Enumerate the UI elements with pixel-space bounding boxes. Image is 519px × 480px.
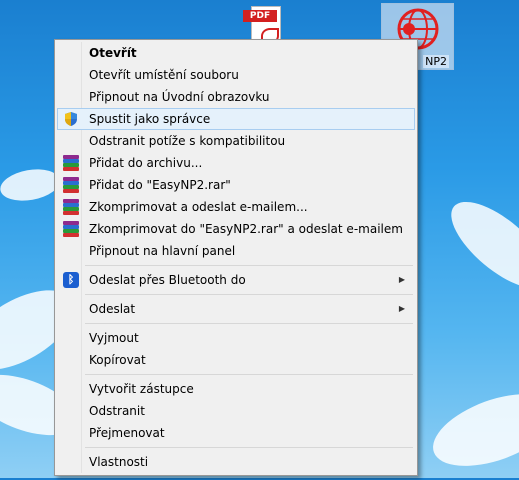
menu-item-label: Odstranit	[89, 404, 145, 418]
menu-item-label: Přidat do "EasyNP2.rar"	[89, 178, 231, 192]
menu-item-label: Odeslat přes Bluetooth do	[89, 273, 246, 287]
submenu-arrow-icon: ▶	[398, 275, 405, 284]
menu-item-label: Vytvořit zástupce	[89, 382, 194, 396]
menu-item-pin-to-taskbar[interactable]: Připnout na hlavní panel	[57, 240, 415, 262]
menu-item-add-to-rar[interactable]: Přidat do "EasyNP2.rar"	[57, 174, 415, 196]
menu-item-label: Otevřít umístění souboru	[89, 68, 239, 82]
menu-separator	[85, 265, 413, 266]
menu-item-compress-to-rar-and-email[interactable]: Zkomprimovat do "EasyNP2.rar" a odeslat …	[57, 218, 415, 240]
menu-item-label: Zkomprimovat do "EasyNP2.rar" a odeslat …	[89, 222, 403, 236]
menu-separator	[85, 294, 413, 295]
menu-separator	[85, 374, 413, 375]
menu-item-label: Přejmenovat	[89, 426, 165, 440]
wallpaper-petal	[0, 165, 63, 205]
wallpaper-petal	[423, 379, 519, 480]
winrar-icon	[63, 221, 79, 237]
menu-separator	[85, 447, 413, 448]
submenu-arrow-icon: ▶	[398, 304, 405, 313]
menu-item-rename[interactable]: Přejmenovat	[57, 422, 415, 444]
wallpaper-petal	[437, 187, 519, 303]
menu-item-label: Zkomprimovat a odeslat e-mailem...	[89, 200, 308, 214]
bluetooth-icon: ᛒ	[63, 272, 79, 288]
menu-item-properties[interactable]: Vlastnosti	[57, 451, 415, 473]
menu-item-send-via-bluetooth[interactable]: ᛒ Odeslat přes Bluetooth do ▶	[57, 269, 415, 291]
winrar-icon	[63, 155, 79, 171]
menu-item-open-file-location[interactable]: Otevřít umístění souboru	[57, 64, 415, 86]
menu-item-open[interactable]: Otevřít	[57, 42, 415, 64]
menu-item-delete[interactable]: Odstranit	[57, 400, 415, 422]
desktop-icon-label: NP2	[423, 55, 449, 68]
menu-item-label: Odeslat	[89, 302, 136, 316]
menu-item-label: Vlastnosti	[89, 455, 149, 469]
winrar-icon	[63, 199, 79, 215]
menu-item-copy[interactable]: Kopírovat	[57, 349, 415, 371]
menu-item-run-as-admin[interactable]: Spustit jako správce	[57, 108, 415, 130]
menu-item-send-to[interactable]: Odeslat ▶	[57, 298, 415, 320]
menu-item-label: Odstranit potíže s kompatibilitou	[89, 134, 286, 148]
menu-item-create-shortcut[interactable]: Vytvořit zástupce	[57, 378, 415, 400]
menu-item-label: Kopírovat	[89, 353, 146, 367]
menu-item-label: Připnout na Úvodní obrazovku	[89, 90, 270, 104]
menu-separator	[85, 323, 413, 324]
menu-item-label: Připnout na hlavní panel	[89, 244, 236, 258]
menu-item-add-to-archive[interactable]: Přidat do archivu...	[57, 152, 415, 174]
menu-item-label: Přidat do archivu...	[89, 156, 203, 170]
shield-icon	[65, 112, 77, 126]
winrar-icon	[63, 177, 79, 193]
menu-item-troubleshoot-compatibility[interactable]: Odstranit potíže s kompatibilitou	[57, 130, 415, 152]
menu-item-label: Otevřít	[89, 46, 137, 60]
menu-item-compress-and-email[interactable]: Zkomprimovat a odeslat e-mailem...	[57, 196, 415, 218]
pdf-tag: PDF	[243, 10, 277, 22]
menu-item-label: Vyjmout	[89, 331, 139, 345]
menu-item-label: Spustit jako správce	[89, 112, 211, 126]
menu-item-cut[interactable]: Vyjmout	[57, 327, 415, 349]
menu-item-pin-to-start[interactable]: Připnout na Úvodní obrazovku	[57, 86, 415, 108]
context-menu: Otevřít Otevřít umístění souboru Připnou…	[54, 39, 418, 476]
